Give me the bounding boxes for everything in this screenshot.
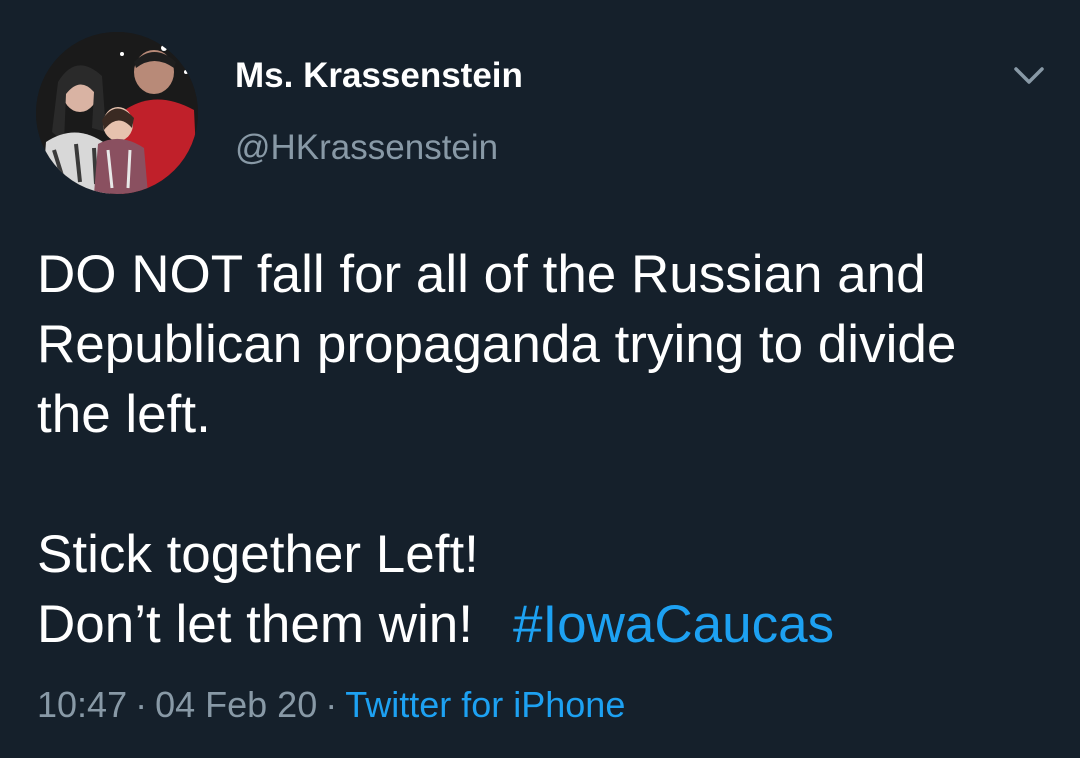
meta-separator: · <box>325 684 338 725</box>
chevron-down-icon[interactable] <box>1010 60 1048 90</box>
tweet-line: Stick together Left! <box>37 525 479 584</box>
tweet-meta: 10:47 · 04 Feb 20 · Twitter for iPhone <box>37 684 625 726</box>
tweet-line: DO NOT fall for all of the Russian and <box>37 245 926 304</box>
paragraph-break <box>37 450 1047 520</box>
tweet-line: Republican propaganda trying to divide <box>37 315 957 374</box>
tweet-line-with-hashtag: Don’t let them win! #IowaCaucas <box>37 590 1047 660</box>
meta-separator: · <box>135 684 148 725</box>
tweet-line: Don’t let them win! <box>37 595 473 654</box>
tweet-date: 04 Feb 20 <box>155 684 318 725</box>
tweet-text: DO NOT fall for all of the Russian and R… <box>37 240 1047 660</box>
hashtag-link[interactable]: #IowaCaucas <box>513 595 834 654</box>
tweet-line: the left. <box>37 385 211 444</box>
avatar-photo <box>36 32 198 194</box>
tweet-time: 10:47 <box>37 684 128 725</box>
source-link[interactable]: Twitter for iPhone <box>345 684 625 725</box>
handle[interactable]: @HKrassenstein <box>235 128 498 168</box>
display-name[interactable]: Ms. Krassenstein <box>235 56 523 96</box>
avatar[interactable] <box>36 32 198 194</box>
